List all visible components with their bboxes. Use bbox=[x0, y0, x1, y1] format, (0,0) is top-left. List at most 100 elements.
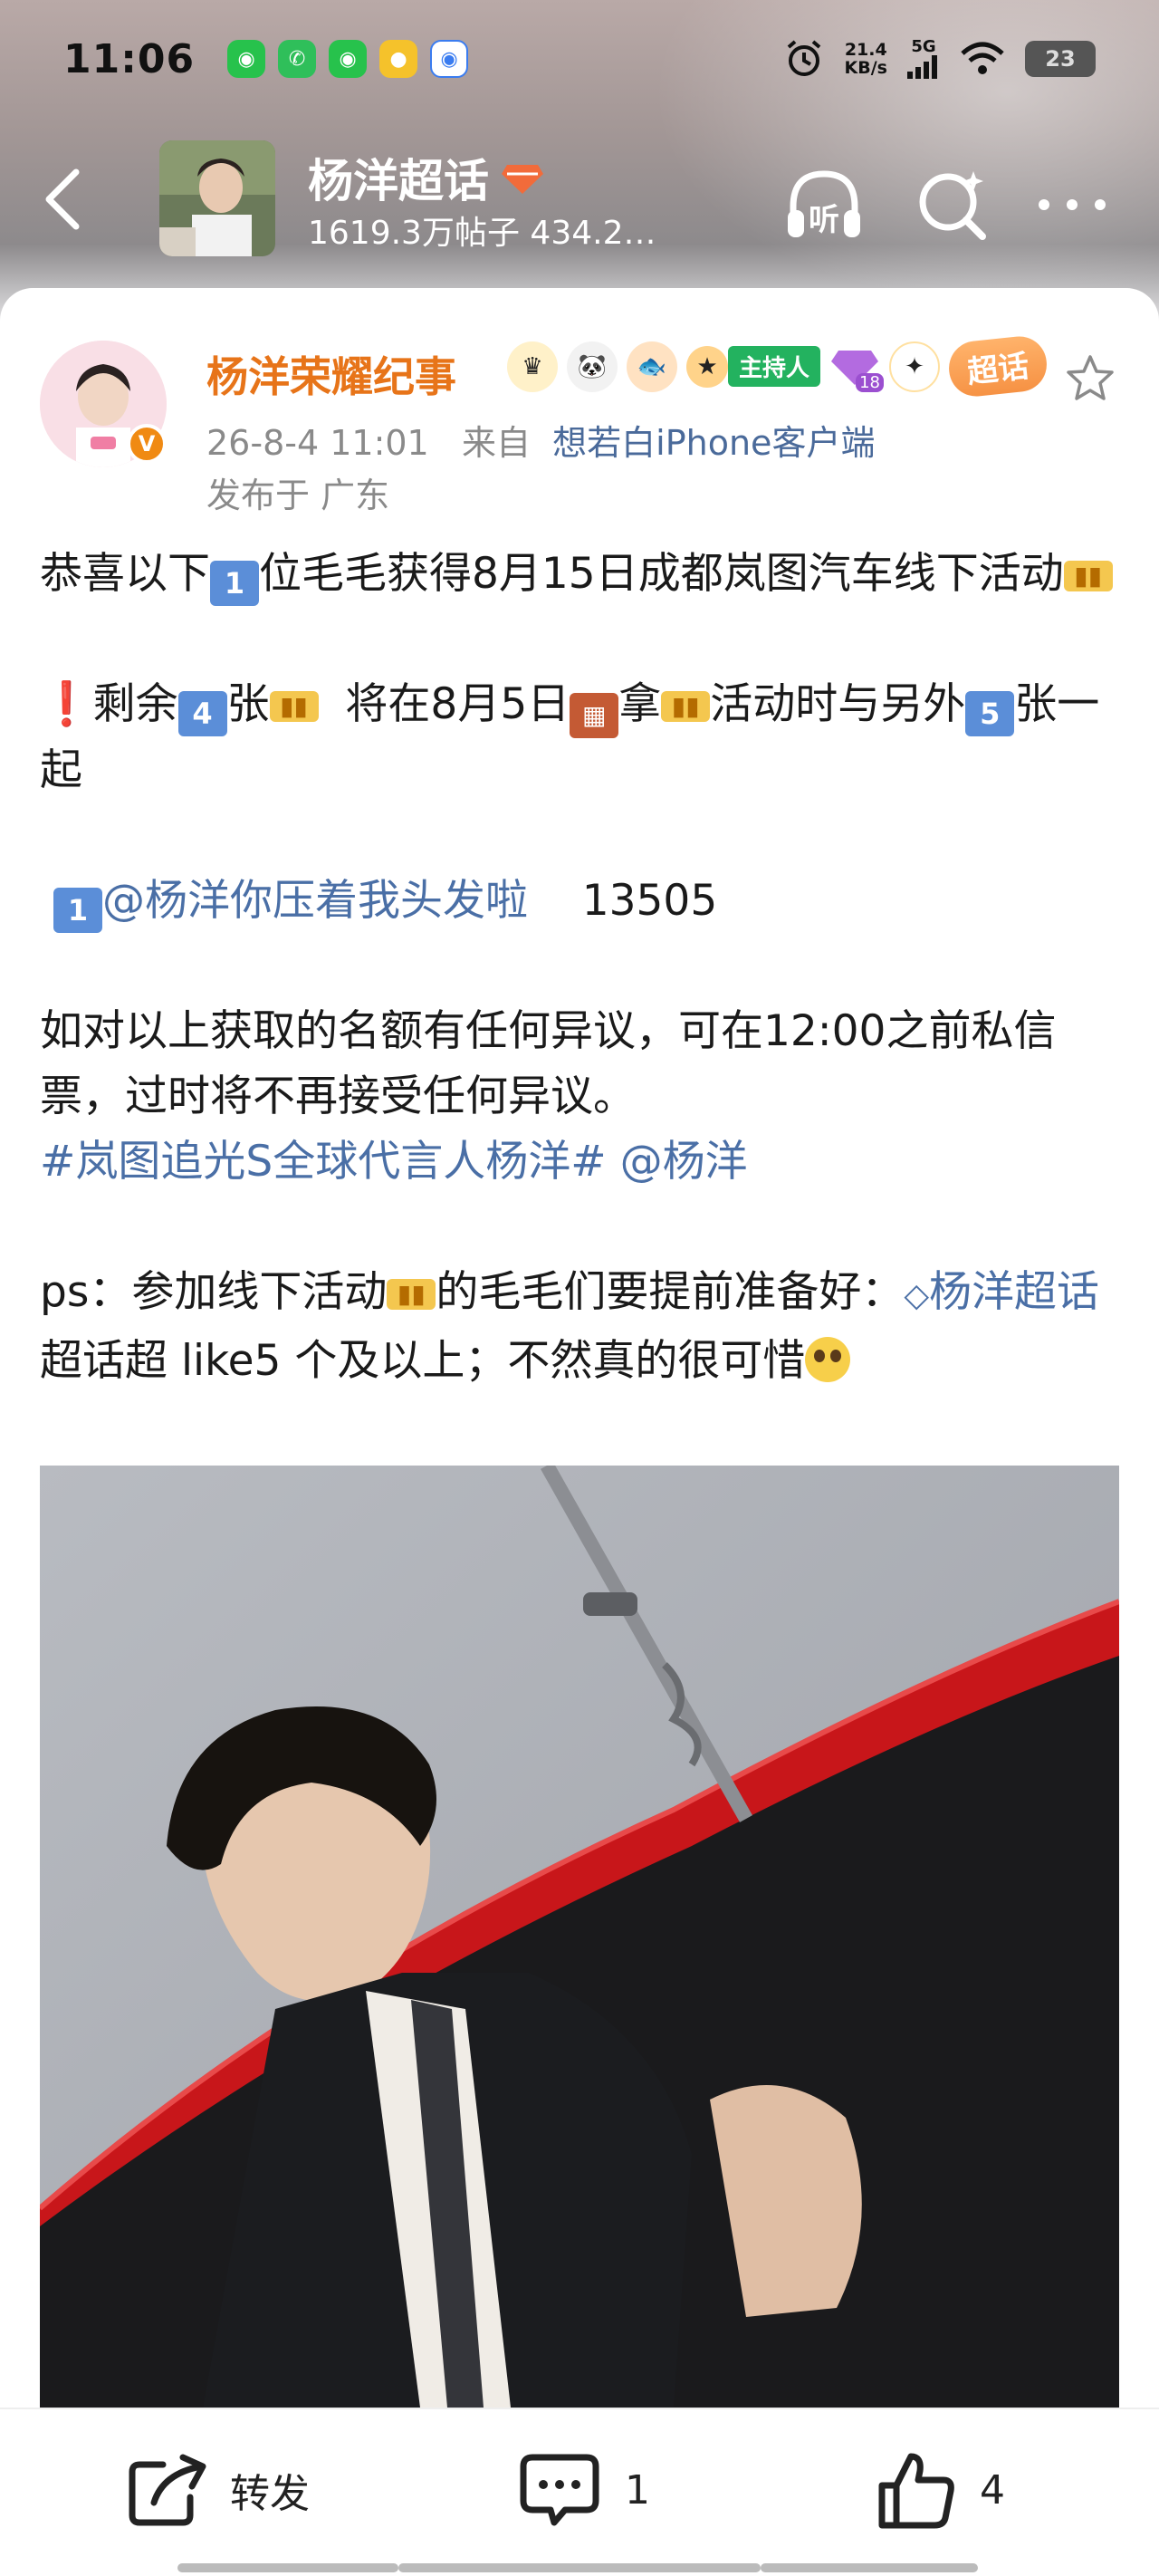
crown-icon: ♛ bbox=[507, 341, 558, 392]
more-menu-button[interactable] bbox=[1029, 161, 1116, 248]
post-card: V 杨洋荣耀纪事 ♛ 🐼 🐟 ★ 主持人 18 ✦ 超话 26-8-4 11:0… bbox=[0, 288, 1159, 2408]
alarm-icon bbox=[787, 40, 820, 76]
host-badge-group: ★ 主持人 bbox=[686, 345, 821, 388]
verified-badge: V bbox=[127, 424, 167, 464]
status-indicators: 21.4 KB/s 5G 23 bbox=[783, 38, 1096, 80]
wechat-icon: ◉ bbox=[329, 40, 368, 78]
user-mention-link[interactable]: @杨洋你压着我头发啦 bbox=[102, 876, 528, 926]
post-location: 发布于 广东 bbox=[206, 476, 390, 515]
search-icon bbox=[919, 171, 986, 240]
level-badge: 18 bbox=[829, 341, 885, 392]
fish-icon: 🐟 bbox=[627, 341, 677, 392]
repost-icon bbox=[129, 2454, 206, 2526]
repost-label: 转发 bbox=[230, 2471, 310, 2517]
text-segment: ps：参加线下活动 bbox=[40, 1267, 388, 1317]
repost-button[interactable]: 转发 bbox=[127, 2440, 310, 2540]
mascot-icon: ✦ bbox=[889, 341, 941, 392]
wechat-icon: ◉ bbox=[227, 40, 266, 78]
panda-icon: 🐼 bbox=[567, 341, 618, 392]
text-segment: 位毛毛获得8月15日成都岚图汽车线下活动 bbox=[259, 549, 1064, 599]
post-body: 恭喜以下 1 位毛毛获得8月15日成都岚图汽车线下活动 ▮▮ ❗剩余 4 张 ▮▮ 将在8月… bbox=[40, 542, 1123, 1394]
favorite-star-icon[interactable] bbox=[1063, 351, 1117, 406]
speed-unit: KB/s bbox=[844, 58, 887, 78]
gesture-bar-segment bbox=[177, 2563, 398, 2572]
listen-button[interactable]: 听 bbox=[781, 161, 867, 248]
comment-icon bbox=[520, 2454, 599, 2526]
user-mention-link[interactable]: @杨洋 bbox=[620, 1137, 748, 1187]
text-segment: 张 bbox=[226, 679, 270, 729]
ticket-emoji: ▮▮ bbox=[661, 691, 711, 722]
text-segment: 剩余 bbox=[92, 679, 178, 729]
ticket-emoji: ▮▮ bbox=[387, 1279, 436, 1310]
map-app-icon: ◉ bbox=[430, 40, 469, 78]
post-line-5: ps：参加线下活动 ▮▮ 的毛毛们要提前准备好：◇杨洋超话 超话超 like5 个及… bbox=[40, 1260, 1123, 1394]
speed-value: 21.4 bbox=[844, 40, 887, 60]
svg-text:听: 听 bbox=[809, 202, 839, 238]
like-count: 4 bbox=[980, 2466, 1005, 2514]
keycap-number-emoji: 4 bbox=[177, 691, 227, 736]
topic-title: 杨洋超话 bbox=[308, 155, 489, 207]
topic-title-row[interactable]: 杨洋超话 bbox=[308, 145, 543, 210]
text-segment: 拿 bbox=[618, 679, 662, 729]
brick-emoji: ▦ bbox=[570, 693, 619, 738]
host-badge: 主持人 bbox=[728, 346, 821, 387]
text-segment: 恭喜以下 bbox=[40, 549, 210, 599]
more-dots-icon bbox=[1039, 199, 1106, 210]
ticket-emoji: ▮▮ bbox=[269, 691, 319, 722]
text-segment: 活动时与另外 bbox=[710, 679, 966, 729]
battery-indicator: 23 bbox=[1025, 41, 1096, 77]
exclamation-emoji: ❗ bbox=[40, 679, 93, 729]
signal-icon bbox=[907, 55, 937, 79]
keycap-number-emoji: 1 bbox=[210, 561, 259, 606]
status-time: 11:06 bbox=[63, 35, 196, 82]
post-action-bar: 转发 1 4 bbox=[0, 2408, 1159, 2576]
post-meta: 26-8-4 11:01 来自 想若白iPhone客户端 bbox=[206, 415, 875, 465]
notification-icons: ◉ ✆ ◉ ● ◉ bbox=[227, 40, 469, 78]
wifi-icon bbox=[961, 42, 1004, 74]
comment-button[interactable]: 1 bbox=[518, 2440, 650, 2540]
post-line-1: 恭喜以下 1 位毛毛获得8月15日成都岚图汽车线下活动 ▮▮ bbox=[40, 542, 1123, 607]
gesture-bar-segment bbox=[761, 2563, 978, 2572]
diamond-link-icon: ◇ bbox=[904, 1277, 930, 1314]
post-tags-line: #岚图追光S全球代言人杨洋# @杨洋 bbox=[40, 1129, 1123, 1195]
ticket-emoji: ▮▮ bbox=[1063, 561, 1113, 591]
gesture-bar-segment bbox=[398, 2563, 761, 2572]
back-arrow-icon[interactable] bbox=[36, 163, 91, 235]
level-number: 18 bbox=[856, 372, 885, 392]
status-bar: 11:06 ◉ ✆ ◉ ● ◉ 21.4 KB/s 5G 23 bbox=[0, 0, 1159, 118]
like-button[interactable]: 4 bbox=[875, 2440, 1005, 2540]
network-speed: 21.4 KB/s bbox=[845, 41, 887, 77]
text-segment: 超话超 like5 个及以上；不然真的很可惜 bbox=[40, 1336, 806, 1386]
text-segment: 将在8月5日 bbox=[318, 679, 570, 729]
network-type: 5G bbox=[911, 37, 936, 56]
signal-indicator: 5G bbox=[907, 39, 940, 79]
post-line-3: 1 @杨洋你压着我头发啦 13505 bbox=[40, 869, 1123, 934]
keycap-number-emoji: 5 bbox=[965, 691, 1015, 736]
search-button[interactable] bbox=[909, 161, 996, 248]
text-segment: 的毛毛们要提前准备好： bbox=[436, 1267, 905, 1317]
from-label: 来自 bbox=[461, 423, 531, 463]
headphone-icon: 听 bbox=[788, 170, 860, 238]
topic-stats: 1619.3万帖子 434.2… bbox=[308, 215, 656, 252]
post-line-4: 如对以上获取的名额有任何异议，可在12:00之前私信票，过时将不再接受任何异议。 bbox=[40, 999, 1123, 1129]
supertopic-link[interactable]: ◇杨洋超话 bbox=[904, 1267, 1099, 1317]
winner-id: 13505 bbox=[581, 876, 718, 926]
fruit-app-icon: ● bbox=[379, 40, 418, 78]
topic-avatar[interactable] bbox=[159, 140, 275, 256]
chaohua-badge: 超话 bbox=[946, 333, 1049, 399]
pleading-face-emoji bbox=[805, 1337, 851, 1382]
author-badges: ♛ 🐼 🐟 ★ 主持人 18 ✦ 超话 bbox=[507, 333, 1049, 399]
post-time: 26-8-4 11:01 bbox=[206, 423, 429, 463]
keycap-number-emoji: 1 bbox=[53, 888, 102, 933]
diamond-rank-icon bbox=[502, 165, 543, 194]
host-medal-icon: ★ bbox=[686, 345, 728, 388]
hashtag-link[interactable]: #岚图追光S全球代言人杨洋# bbox=[40, 1137, 607, 1187]
thumbs-up-icon bbox=[878, 2453, 954, 2529]
post-photo[interactable] bbox=[40, 1466, 1119, 2408]
phone-app-icon: ✆ bbox=[278, 40, 317, 78]
author-name[interactable]: 杨洋荣耀纪事 bbox=[206, 344, 456, 404]
text-segment: 如对以上获取的名额有任何异议，可在12:00之前私信票，过时将不再接受任何异议。 bbox=[40, 1006, 1057, 1121]
comment-count: 1 bbox=[625, 2466, 650, 2514]
supertopic-link-label: 杨洋超话 bbox=[929, 1267, 1100, 1317]
post-source[interactable]: 想若白iPhone客户端 bbox=[552, 423, 875, 463]
